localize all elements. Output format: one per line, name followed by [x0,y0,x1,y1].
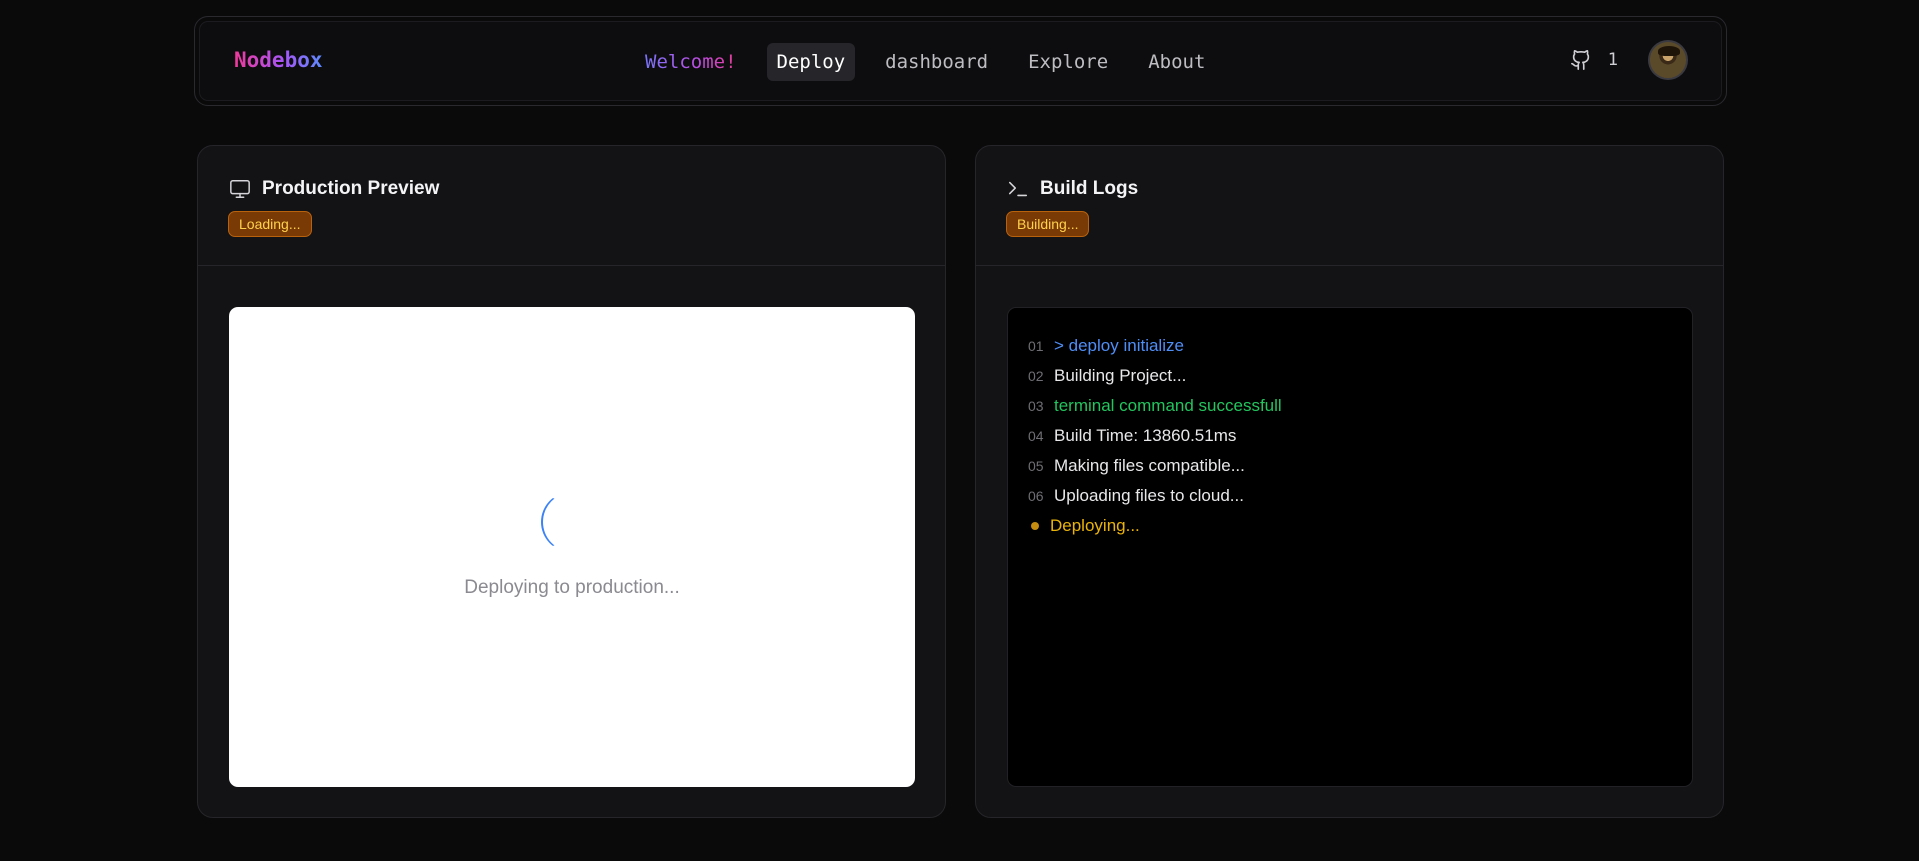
log-line-current: Deploying... [1028,511,1672,541]
log-line-number: 01 [1028,338,1044,354]
preview-title: Production Preview [262,178,440,199]
log-line-text: Build Time: 13860.51ms [1054,426,1237,445]
build-logs-panel: Build Logs Building... 01 > deploy initi… [975,145,1724,818]
log-line-number: 02 [1028,368,1044,384]
nav-link-explore[interactable]: Explore [1018,43,1118,81]
log-line: 03 terminal command successfull [1028,391,1672,421]
brand-logo[interactable]: Nodebox [234,48,323,72]
log-line-number: 05 [1028,458,1044,474]
preview-frame: Deploying to production... [229,307,915,787]
preview-status-badge: Loading... [228,211,312,237]
progress-dot-icon [1031,522,1039,530]
preview-title-row: Production Preview [228,178,439,200]
user-avatar[interactable] [1648,40,1688,80]
nav-link-dashboard[interactable]: dashboard [875,43,998,81]
preview-panel-header: Production Preview Loading... [198,146,945,266]
github-star-count: 1 [1607,50,1618,70]
log-line-text: Building Project... [1054,366,1187,385]
preview-loading-message: Deploying to production... [464,577,680,598]
loading-spinner-icon [541,492,601,552]
log-line: 04 Build Time: 13860.51ms [1028,421,1672,451]
logs-title-row: Build Logs [1006,178,1138,200]
log-line: 01 > deploy initialize [1028,331,1672,361]
log-line-text: Making files compatible... [1054,456,1245,475]
terminal-icon [1008,181,1028,197]
logs-panel-header: Build Logs Building... [976,146,1723,266]
top-navbar: Nodebox Welcome! Deploy dashboard Explor… [194,16,1727,106]
nav-links: Welcome! Deploy dashboard Explore About [635,42,1215,82]
logs-title: Build Logs [1040,178,1139,199]
log-line: 05 Making files compatible... [1028,451,1672,481]
log-line-text: Uploading files to cloud... [1054,486,1244,505]
log-line-number: 04 [1028,428,1044,444]
log-line: 02 Building Project... [1028,361,1672,391]
nav-link-welcome[interactable]: Welcome! [635,43,747,81]
log-line-text: > deploy initialize [1054,336,1184,355]
logs-status-badge: Building... [1006,211,1090,237]
log-line-text: terminal command successfull [1054,396,1282,415]
terminal-output[interactable]: 01 > deploy initialize 02 Building Proje… [1007,307,1693,787]
log-line-number: 06 [1028,488,1044,504]
production-preview-panel: Production Preview Loading... Deploying … [197,145,946,818]
nav-right: 1 [1570,38,1688,82]
log-line-number: 03 [1028,398,1044,414]
log-line: 06 Uploading files to cloud... [1028,481,1672,511]
github-icon[interactable] [1570,49,1592,71]
monitor-icon [230,180,250,198]
nav-link-deploy[interactable]: Deploy [766,43,856,81]
nav-link-about[interactable]: About [1138,43,1215,81]
log-current-text: Deploying... [1050,516,1140,535]
